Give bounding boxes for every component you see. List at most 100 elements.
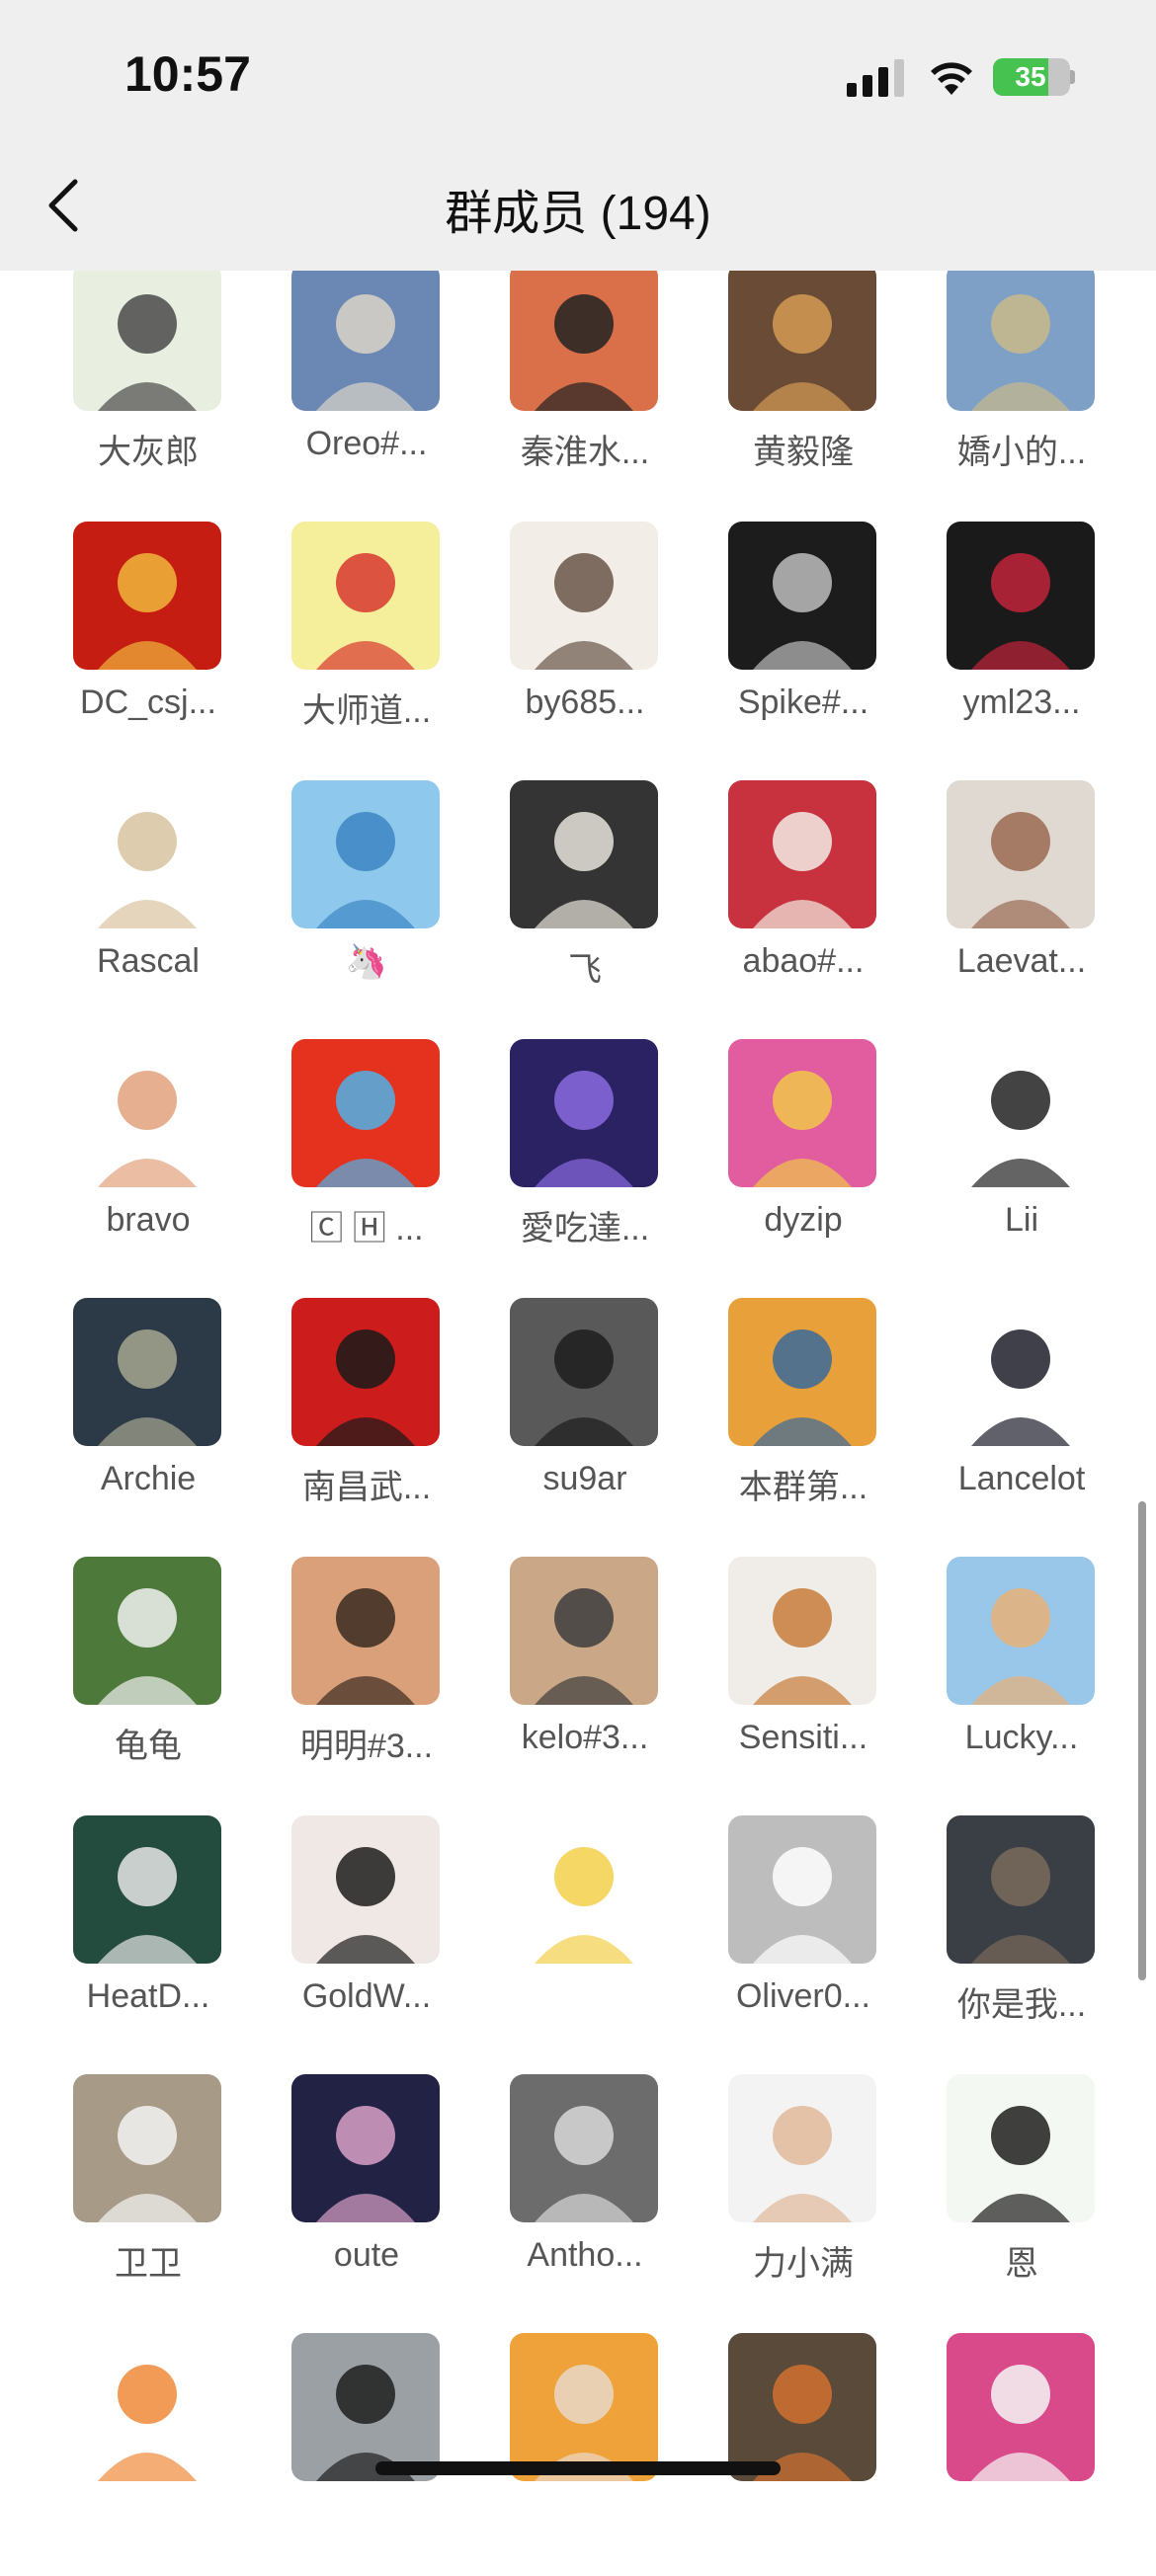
avatar[interactable] bbox=[291, 522, 440, 670]
member-item[interactable]: 🄲 🄷 ... bbox=[248, 1023, 467, 1282]
avatar[interactable] bbox=[73, 2333, 221, 2481]
avatar[interactable] bbox=[510, 2333, 658, 2481]
avatar[interactable] bbox=[947, 1298, 1095, 1446]
member-item[interactable]: 你是我... bbox=[903, 1800, 1122, 2058]
avatar[interactable] bbox=[947, 522, 1095, 670]
member-item[interactable]: DC_csj... bbox=[30, 506, 249, 765]
member-item[interactable]: kelo#3... bbox=[466, 1541, 686, 1800]
member-item[interactable]: Laevat... bbox=[903, 765, 1122, 1023]
member-item[interactable]: 黄毅隆 bbox=[685, 247, 904, 506]
avatar[interactable] bbox=[510, 780, 658, 928]
avatar[interactable] bbox=[728, 263, 876, 411]
avatar[interactable] bbox=[73, 1557, 221, 1705]
member-item[interactable]: 南昌武... bbox=[248, 1282, 467, 1541]
member-item[interactable]: abao#... bbox=[685, 765, 904, 1023]
member-item[interactable] bbox=[903, 2317, 1122, 2576]
member-item[interactable]: 本群第... bbox=[685, 1282, 904, 1541]
member-item[interactable]: 愛吃達... bbox=[466, 1023, 686, 1282]
member-item[interactable]: 秦淮水... bbox=[466, 247, 686, 506]
member-item[interactable]: 嬌小的... bbox=[903, 247, 1122, 506]
avatar[interactable] bbox=[947, 1815, 1095, 1964]
avatar[interactable] bbox=[947, 2074, 1095, 2222]
avatar[interactable] bbox=[510, 1557, 658, 1705]
member-item[interactable]: 卫卫 bbox=[30, 2058, 249, 2317]
avatar[interactable] bbox=[947, 1039, 1095, 1187]
avatar[interactable] bbox=[728, 780, 876, 928]
member-item[interactable]: Oreo#... bbox=[248, 247, 467, 506]
page-title: 群成员 (194) bbox=[445, 188, 711, 240]
avatar[interactable] bbox=[73, 1298, 221, 1446]
member-name: Lancelot bbox=[957, 1460, 1086, 1497]
member-item[interactable]: 龟龟 bbox=[30, 1541, 249, 1800]
member-item[interactable]: GoldW... bbox=[248, 1800, 467, 2058]
avatar[interactable] bbox=[73, 1815, 221, 1964]
member-item[interactable]: dyzip bbox=[685, 1023, 904, 1282]
avatar[interactable] bbox=[291, 1557, 440, 1705]
avatar[interactable] bbox=[728, 1557, 876, 1705]
member-name: oute bbox=[333, 2236, 400, 2274]
avatar[interactable] bbox=[291, 2333, 440, 2481]
avatar[interactable] bbox=[73, 1039, 221, 1187]
member-item[interactable]: Lucky... bbox=[903, 1541, 1122, 1800]
avatar[interactable] bbox=[947, 780, 1095, 928]
avatar[interactable] bbox=[947, 1557, 1095, 1705]
member-item[interactable] bbox=[466, 1800, 686, 2058]
avatar[interactable] bbox=[728, 2074, 876, 2222]
avatar[interactable] bbox=[73, 522, 221, 670]
member-item[interactable]: Archie bbox=[30, 1282, 249, 1541]
member-item[interactable]: 🦄 bbox=[248, 765, 467, 1023]
avatar[interactable] bbox=[291, 780, 440, 928]
avatar[interactable] bbox=[291, 1815, 440, 1964]
member-item[interactable] bbox=[466, 2317, 686, 2576]
avatar[interactable] bbox=[510, 522, 658, 670]
avatar[interactable] bbox=[728, 522, 876, 670]
member-item[interactable]: 大师道... bbox=[248, 506, 467, 765]
avatar[interactable] bbox=[291, 1298, 440, 1446]
avatar[interactable] bbox=[510, 263, 658, 411]
home-indicator[interactable] bbox=[375, 2461, 781, 2475]
avatar[interactable] bbox=[291, 1039, 440, 1187]
member-item[interactable]: su9ar bbox=[466, 1282, 686, 1541]
member-item[interactable]: HeatD... bbox=[30, 1800, 249, 2058]
member-item[interactable]: Rascal bbox=[30, 765, 249, 1023]
member-item[interactable]: 力小满 bbox=[685, 2058, 904, 2317]
member-item[interactable]: Lancelot bbox=[903, 1282, 1122, 1541]
avatar[interactable] bbox=[947, 263, 1095, 411]
avatar[interactable] bbox=[73, 780, 221, 928]
member-item[interactable] bbox=[248, 2317, 467, 2576]
member-item[interactable]: Oliver0... bbox=[685, 1800, 904, 2058]
member-item[interactable]: Lii bbox=[903, 1023, 1122, 1282]
member-item[interactable]: Antho... bbox=[466, 2058, 686, 2317]
avatar[interactable] bbox=[728, 1298, 876, 1446]
member-item[interactable] bbox=[30, 2317, 249, 2576]
member-item[interactable]: oute bbox=[248, 2058, 467, 2317]
member-item[interactable]: Sensiti... bbox=[685, 1541, 904, 1800]
avatar[interactable] bbox=[510, 2074, 658, 2222]
avatar[interactable] bbox=[73, 263, 221, 411]
avatar[interactable] bbox=[728, 1815, 876, 1964]
member-item[interactable]: 恩 bbox=[903, 2058, 1122, 2317]
member-name: Archie bbox=[100, 1460, 197, 1497]
member-item[interactable]: 飞 bbox=[466, 765, 686, 1023]
avatar[interactable] bbox=[510, 1815, 658, 1964]
member-item[interactable]: 大灰郎 bbox=[30, 247, 249, 506]
avatar[interactable] bbox=[510, 1298, 658, 1446]
avatar[interactable] bbox=[73, 2074, 221, 2222]
avatar[interactable] bbox=[510, 1039, 658, 1187]
avatar[interactable] bbox=[728, 2333, 876, 2481]
member-item[interactable]: 明明#3... bbox=[248, 1541, 467, 1800]
member-name: 力小满 bbox=[753, 2245, 854, 2283]
member-item[interactable] bbox=[685, 2317, 904, 2576]
member-name: 秦淮水... bbox=[520, 434, 650, 471]
scrollbar[interactable] bbox=[1138, 1501, 1146, 1980]
member-item[interactable]: Spike#... bbox=[685, 506, 904, 765]
avatar[interactable] bbox=[947, 2333, 1095, 2481]
status-time: 10:57 bbox=[124, 46, 251, 102]
avatar[interactable] bbox=[291, 2074, 440, 2222]
member-item[interactable]: bravo bbox=[30, 1023, 249, 1282]
avatar[interactable] bbox=[728, 1039, 876, 1187]
member-item[interactable]: yml23... bbox=[903, 506, 1122, 765]
member-item[interactable]: by685... bbox=[466, 506, 686, 765]
avatar[interactable] bbox=[291, 263, 440, 411]
member-name: 嬌小的... bbox=[956, 434, 1087, 471]
